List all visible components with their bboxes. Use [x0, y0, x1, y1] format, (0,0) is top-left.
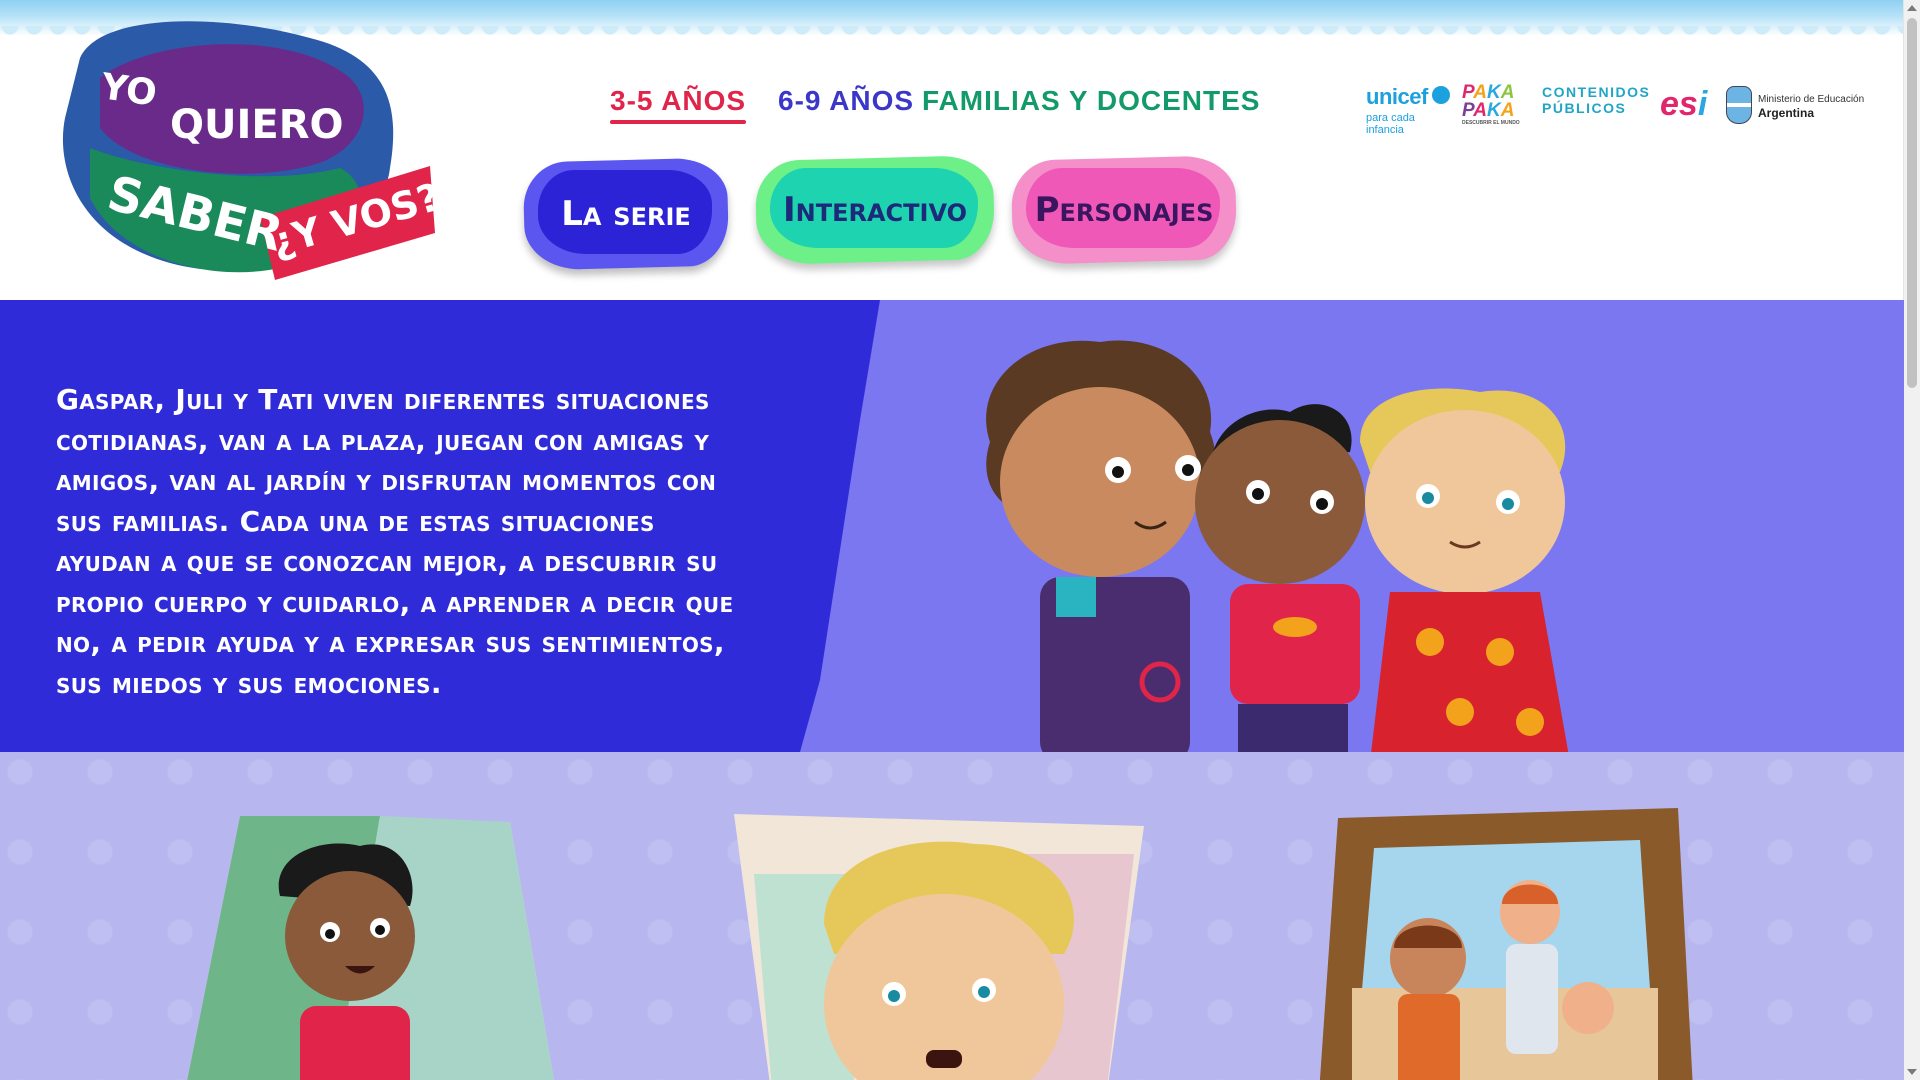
gaspar-character [986, 340, 1216, 752]
tati-character [1195, 404, 1365, 752]
pakapaka-letter: K [1487, 100, 1501, 121]
interactivo-button[interactable]: Interactivo [754, 154, 996, 266]
gaspar-lying-on-grass-image[interactable] [180, 816, 560, 1080]
scroll-down-arrow-icon[interactable] [1907, 1069, 1917, 1075]
three-kids-illustration [986, 340, 1569, 752]
gallery-section [0, 752, 1904, 1080]
pakapaka-logo[interactable]: PAKA PAKA DESCUBRIR EL MUNDO [1462, 83, 1524, 126]
unicef-tagline: para cada infancia [1366, 112, 1415, 136]
unicef-globe-icon [1432, 86, 1450, 104]
la-serie-button[interactable]: La serie [522, 157, 730, 271]
nav-6-9-anos[interactable]: 6-9 AÑOS [778, 84, 914, 118]
logo-word-yo: YO [98, 66, 160, 114]
juli-worried-image[interactable] [734, 814, 1144, 1080]
pakapaka-letter: A [1473, 100, 1487, 121]
scroll-up-arrow-icon[interactable] [1907, 5, 1917, 11]
esi-i: i [1697, 85, 1708, 123]
la-serie-label: La serie [561, 194, 691, 234]
juli-character [1360, 388, 1569, 752]
site-logo[interactable]: YO QUIERO SABER ¿Y VOS? [60, 18, 450, 283]
vertical-scrollbar[interactable] [1903, 0, 1920, 1080]
personajes-label: Personajes [1034, 190, 1214, 230]
pakapaka-letter: A [1500, 100, 1515, 121]
esi-logo[interactable]: esi [1660, 84, 1707, 124]
ministerio-line-1: Ministerio de Educación [1758, 94, 1865, 105]
hero-section: Gaspar, Juli y Tati viven diferentes sit… [0, 300, 1904, 752]
contenidos-line-1: CONTENIDOS [1542, 84, 1651, 100]
pakapaka-row-2: PAKA [1462, 100, 1524, 121]
nav-3-5-label: 3-5 AÑOS [610, 85, 747, 116]
unicef-logo[interactable]: unicef para cada infancia [1366, 84, 1452, 136]
family-photo-frame-image[interactable] [1318, 808, 1694, 1080]
contenidos-line-2: PÚBLICOS [1542, 100, 1627, 116]
active-underline [610, 120, 747, 124]
nav-familias-docentes[interactable]: FAMILIAS Y DOCENTES [922, 84, 1260, 118]
ministerio-line-2: Argentina [1758, 106, 1815, 120]
nav-3-5-anos[interactable]: 3-5 AÑOS [610, 84, 747, 124]
interactivo-label: Interactivo [782, 190, 968, 230]
logo-word-quiero: QUIERO [170, 102, 344, 148]
scroll-thumb[interactable] [1907, 18, 1917, 388]
esi-es: es [1660, 85, 1698, 123]
personajes-button[interactable]: Personajes [1010, 155, 1238, 265]
argentina-shield-icon [1726, 86, 1752, 124]
hero-description: Gaspar, Juli y Tati viven diferentes sit… [56, 383, 734, 700]
pakapaka-letter: P [1462, 100, 1474, 121]
contenidos-publicos-logo[interactable]: CONTENIDOS PÚBLICOS [1542, 84, 1651, 116]
pakapaka-tagline: DESCUBRIR EL MUNDO [1462, 120, 1520, 126]
